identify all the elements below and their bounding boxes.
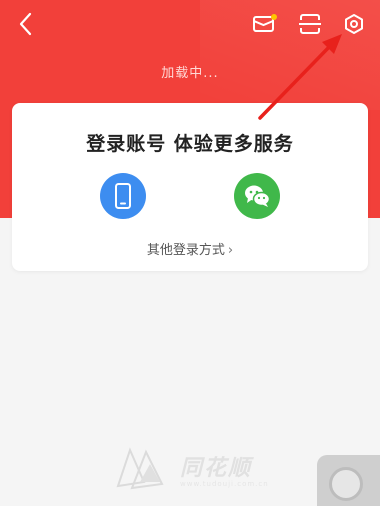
scan-button[interactable] bbox=[296, 10, 324, 38]
mail-icon bbox=[253, 14, 277, 32]
other-login-label: 其他登录方式 bbox=[146, 243, 225, 258]
phone-icon bbox=[115, 183, 131, 209]
login-card-title: 登录账号 体验更多服务 bbox=[86, 133, 294, 155]
other-login-link[interactable]: 其他登录方式 › bbox=[12, 239, 368, 258]
settings-button[interactable] bbox=[340, 10, 368, 38]
phone-login-button[interactable] bbox=[100, 173, 146, 219]
screen: 加载中... 登录账号 体验更多服务 其他登录方式 › 同花顺 www.tudo… bbox=[0, 0, 380, 506]
wechat-login-button[interactable] bbox=[234, 173, 280, 219]
settings-icon bbox=[345, 14, 363, 34]
assistive-touch-icon bbox=[329, 467, 363, 501]
scan-icon bbox=[299, 14, 321, 34]
chevron-right-icon: › bbox=[227, 243, 234, 258]
floating-assistive-button[interactable] bbox=[317, 455, 380, 506]
watermark-logo-icon bbox=[116, 447, 164, 490]
watermark-url: www.tudouji.com.cn bbox=[180, 480, 269, 488]
watermark: 同花顺 www.tudouji.com.cn bbox=[110, 442, 290, 496]
login-card: 登录账号 体验更多服务 其他登录方式 › bbox=[12, 103, 368, 271]
watermark-text: 同花顺 bbox=[180, 456, 253, 481]
back-button[interactable] bbox=[12, 10, 40, 38]
loading-text: 加载中... bbox=[161, 66, 219, 81]
wechat-icon bbox=[245, 185, 271, 207]
message-button[interactable] bbox=[251, 10, 279, 38]
back-icon bbox=[19, 12, 32, 36]
